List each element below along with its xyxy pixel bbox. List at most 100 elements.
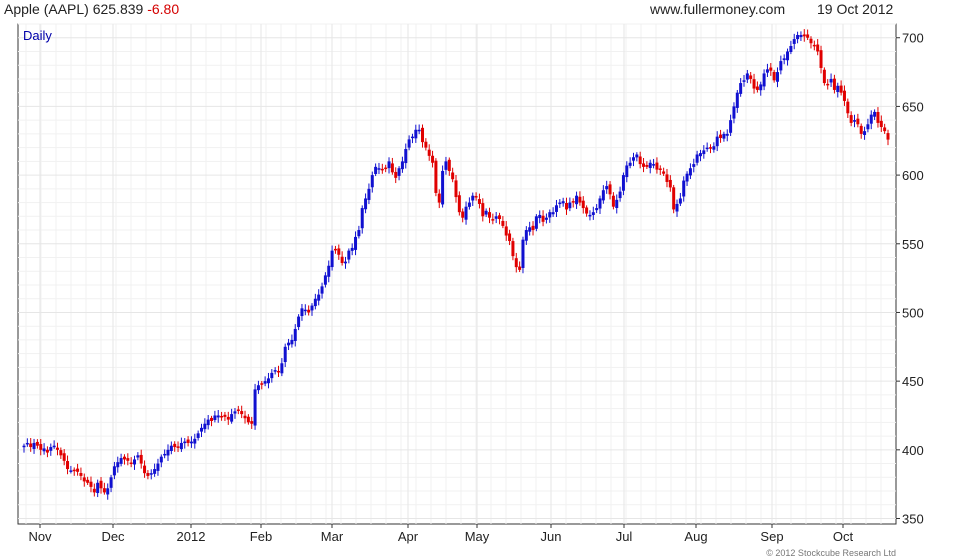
candle-body bbox=[705, 147, 709, 150]
candle-body bbox=[464, 206, 468, 220]
y-tick-label: 350 bbox=[902, 512, 924, 527]
candle-body bbox=[169, 445, 173, 451]
candle-body bbox=[822, 69, 826, 84]
candle-body bbox=[652, 164, 656, 166]
candle-body bbox=[698, 153, 702, 157]
candle-body bbox=[146, 473, 150, 476]
candle-body bbox=[648, 162, 652, 169]
candle-body bbox=[491, 219, 495, 221]
candle-body bbox=[799, 34, 803, 38]
candle-body bbox=[206, 419, 210, 426]
candle-body bbox=[605, 186, 609, 190]
candle-body bbox=[722, 133, 726, 139]
candle-body bbox=[99, 480, 103, 489]
candle-body bbox=[514, 258, 518, 268]
candle-body bbox=[407, 139, 411, 148]
candle-body bbox=[735, 92, 739, 108]
candle-body bbox=[394, 171, 398, 178]
candle-body bbox=[635, 154, 639, 158]
candle-body bbox=[662, 171, 666, 174]
candle-body bbox=[72, 469, 76, 472]
candle-body bbox=[879, 120, 883, 128]
candle-body bbox=[638, 156, 642, 165]
candle-body bbox=[886, 133, 890, 140]
candle-body bbox=[25, 442, 29, 445]
candle-body bbox=[210, 417, 214, 421]
candle-body bbox=[524, 230, 528, 241]
candle-body bbox=[688, 168, 692, 176]
candle-body bbox=[812, 44, 816, 47]
candle-body bbox=[119, 458, 123, 464]
candle-body bbox=[477, 199, 481, 204]
candle-body bbox=[749, 75, 753, 79]
candle-body bbox=[417, 129, 421, 132]
candle-body bbox=[554, 205, 558, 212]
candle-body bbox=[293, 328, 297, 341]
candle-body bbox=[307, 309, 311, 313]
candle-body bbox=[782, 58, 786, 61]
candle-body bbox=[277, 370, 281, 373]
x-tick-label: May bbox=[465, 529, 490, 544]
candle-body bbox=[668, 179, 672, 188]
candle-body bbox=[397, 168, 401, 176]
candle-body bbox=[581, 200, 585, 209]
candle-body bbox=[243, 415, 247, 419]
candle-body bbox=[133, 459, 137, 465]
candle-body bbox=[424, 141, 428, 148]
candle-body bbox=[49, 447, 53, 451]
candle-body bbox=[678, 198, 682, 204]
candle-body bbox=[531, 225, 535, 231]
candle-body bbox=[139, 454, 143, 464]
candle-body bbox=[434, 160, 438, 193]
candle-body bbox=[55, 447, 59, 450]
candle-body bbox=[873, 111, 877, 117]
candle-body bbox=[69, 470, 73, 472]
candle-body bbox=[377, 168, 381, 170]
candle-body bbox=[327, 265, 331, 277]
candle-body bbox=[775, 72, 779, 82]
candle-body bbox=[270, 372, 274, 379]
candle-body bbox=[220, 415, 224, 418]
candle-body bbox=[427, 149, 431, 156]
candle-body bbox=[343, 261, 347, 264]
copyright-notice: © 2012 Stockcube Research Ltd bbox=[766, 548, 896, 558]
candle-body bbox=[765, 69, 769, 73]
candle-body bbox=[303, 309, 307, 312]
candle-body bbox=[337, 248, 341, 255]
candle-body bbox=[400, 161, 404, 170]
candle-body bbox=[709, 147, 713, 149]
candle-body bbox=[444, 161, 448, 170]
candle-body bbox=[313, 298, 317, 307]
candle-body bbox=[702, 150, 706, 155]
candle-body bbox=[772, 71, 776, 81]
candle-body bbox=[297, 316, 301, 328]
candle-body bbox=[39, 444, 43, 450]
candle-body bbox=[521, 239, 525, 268]
candle-body bbox=[149, 473, 153, 475]
candle-body bbox=[66, 461, 70, 470]
candle-body bbox=[354, 236, 358, 250]
candle-body bbox=[62, 453, 66, 461]
candle-body bbox=[504, 226, 508, 236]
candle-body bbox=[869, 114, 873, 124]
candle-body bbox=[451, 172, 455, 180]
candle-body bbox=[494, 216, 498, 219]
candle-body bbox=[739, 83, 743, 94]
candle-body bbox=[695, 154, 699, 163]
candle-body bbox=[528, 227, 532, 232]
candle-body bbox=[742, 80, 746, 82]
candle-body bbox=[387, 161, 391, 169]
candle-body bbox=[481, 203, 485, 217]
candle-body bbox=[92, 488, 96, 493]
candle-body bbox=[82, 477, 86, 482]
candle-body bbox=[253, 389, 257, 426]
candle-body bbox=[508, 233, 512, 242]
candle-body bbox=[390, 163, 394, 173]
candle-body bbox=[300, 308, 304, 317]
candle-body bbox=[441, 170, 445, 205]
candle-body bbox=[320, 286, 324, 294]
candle-body bbox=[642, 163, 646, 167]
candle-body bbox=[173, 443, 177, 448]
candle-body bbox=[752, 79, 756, 89]
candle-body bbox=[230, 414, 234, 422]
